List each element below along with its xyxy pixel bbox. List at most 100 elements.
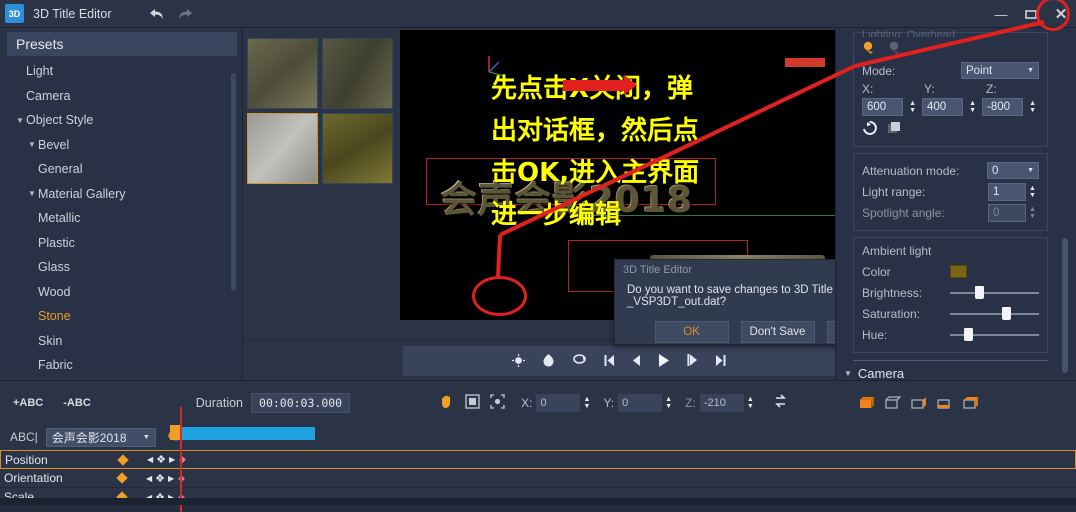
light-x-stepper[interactable]: ▲ ▼ [906,98,919,116]
step-back-icon[interactable] [632,354,641,369]
view-top-icon[interactable] [884,396,902,409]
transform-z-input[interactable]: -210 [699,393,744,412]
slider-knob[interactable] [974,286,984,299]
tree-item-light[interactable]: Light [0,59,242,84]
properties-panel: Lighting: Overhead Mode: Point ▼ X: Y: Z… [835,28,1076,380]
transform-x-stepper[interactable]: ▲ ▼ [580,394,593,412]
properties-scrollbar[interactable] [1062,238,1068,373]
tree-item-stone[interactable]: Stone [0,304,242,329]
material-thumbnail[interactable] [322,113,393,184]
track-row-orientation[interactable]: Orientation ◀ ❖ ▶ ◆ [0,469,1076,488]
tree-item-wood[interactable]: Wood [0,280,242,305]
material-thumbnail[interactable] [247,38,318,109]
tree-item-label: General [38,162,83,177]
reset-light-icon[interactable] [862,120,877,138]
minimize-button[interactable]: — [986,0,1016,28]
chevron-down-icon[interactable]: ▼ [26,189,38,198]
keyframe-toggle-icon[interactable] [116,472,128,484]
play-icon[interactable] [658,353,670,370]
view-bottom-icon[interactable] [936,396,953,409]
light-x-input[interactable]: 600 [862,98,904,116]
tree-item-bevel[interactable]: ▼ Bevel [0,133,242,158]
track-row-position[interactable]: Position ◀ ❖ ▶ ◆ [0,450,1076,469]
reset-transform-icon[interactable] [773,394,788,411]
ambient-color-swatch[interactable] [950,265,967,278]
fit-to-frame-icon[interactable] [465,393,480,412]
tree-item-fabric[interactable]: Fabric [0,353,242,378]
duration-input[interactable]: 00:00:03.000 [251,392,351,413]
presets-scrollbar[interactable] [231,73,236,291]
tree-item-plastic[interactable]: Plastic [0,231,242,256]
z-label: Z: [986,82,997,96]
redo-arrow-icon[interactable] [177,7,194,21]
loop-icon[interactable] [572,354,587,368]
tree-item-metallic[interactable]: Metallic [0,206,242,231]
chevron-down-icon[interactable]: ▼ [1027,67,1034,74]
saturation-slider[interactable] [950,307,1039,320]
keyframe-toggle-icon[interactable] [117,453,129,466]
chevron-down-icon[interactable]: ▼ [844,369,852,378]
3d-title-text[interactable]: 会声会影2018 [440,170,692,222]
skip-to-end-icon[interactable] [715,354,726,369]
shadow-toggle-icon[interactable] [542,353,555,369]
light-toggle-icon[interactable] [512,353,525,369]
tree-item-glass[interactable]: Glass [0,255,242,280]
tree-item-skin[interactable]: Skin [0,329,242,354]
transform-y-stepper[interactable]: ▲ ▼ [662,394,675,412]
chevron-down-icon[interactable]: ▼ [143,434,150,441]
slider-knob[interactable] [1001,307,1011,320]
skip-to-start-icon[interactable] [604,354,615,369]
prev-keyframe-icon[interactable]: ◀ [146,474,152,483]
next-keyframe-icon[interactable]: ▶ [168,474,174,483]
prev-keyframe-icon[interactable]: ◀ [147,455,153,464]
keyframe-stack-icon[interactable]: ❖ [156,453,166,466]
material-thumbnail[interactable] [247,113,318,184]
tree-item-general[interactable]: General [0,157,242,182]
light-z-input[interactable]: -800 [982,98,1024,116]
light-bulb-on-icon[interactable] [862,41,878,59]
clip-bar[interactable] [180,427,315,440]
view-front-icon[interactable] [858,396,875,409]
center-object-icon[interactable] [490,393,505,412]
light-z-stepper[interactable]: ▲ ▼ [1026,98,1039,116]
chevron-down-icon[interactable]: ▼ [14,116,26,125]
object-select[interactable]: 会声会影2018 ▼ [45,427,156,447]
tree-item-object-style[interactable]: ▼ Object Style [0,108,242,133]
hue-slider[interactable] [950,328,1039,341]
step-forward-icon[interactable] [687,353,698,369]
attenuation-select[interactable]: 0 ▼ [987,162,1039,179]
ok-button[interactable]: OK [654,321,729,343]
keyframe-stack-icon[interactable]: ❖ [155,472,165,485]
transform-z-stepper[interactable]: ▲ ▼ [744,394,757,412]
presets-panel-header: Presets [7,32,237,56]
playhead[interactable] [180,407,182,512]
chevron-down-icon[interactable]: ▼ [26,140,38,149]
brightness-slider[interactable] [950,286,1039,299]
keyframe-nav[interactable]: ◀ ❖ ▶ [146,472,174,485]
remove-text-button[interactable]: -ABC [63,397,91,409]
dont-save-button[interactable]: Don't Save [740,321,815,343]
light-y-stepper[interactable]: ▲ ▼ [966,98,979,116]
keyframe-nav[interactable]: ◀ ❖ ▶ [147,453,175,466]
tree-item-camera[interactable]: Camera [0,84,242,109]
light-y-input[interactable]: 400 [922,98,964,116]
camera-section-header[interactable]: ▼ Camera [844,366,1048,380]
view-perspective-icon[interactable] [962,396,979,409]
transform-y-input[interactable]: 0 [618,393,663,412]
cast-shadow-icon[interactable] [887,121,902,138]
transform-x-input[interactable]: 0 [536,393,581,412]
light-range-stepper[interactable]: ▲ ▼ [1026,183,1039,201]
chevron-down-icon[interactable]: ▼ [1027,167,1034,174]
tree-item-label: Object Style [26,113,94,128]
light-range-input[interactable]: 1 [988,182,1026,201]
light-mode-select[interactable]: Point ▼ [961,62,1039,79]
material-thumbnail[interactable] [322,38,393,109]
tree-item-material-gallery[interactable]: ▼ Material Gallery [0,182,242,207]
light-bulb-off-icon[interactable] [888,41,904,59]
add-text-button[interactable]: +ABC [13,397,43,409]
undo-arrow-icon[interactable] [148,7,165,21]
next-keyframe-icon[interactable]: ▶ [169,455,175,464]
slider-knob[interactable] [964,328,974,341]
view-side-icon[interactable] [910,396,927,409]
pan-hand-icon[interactable] [439,393,455,412]
